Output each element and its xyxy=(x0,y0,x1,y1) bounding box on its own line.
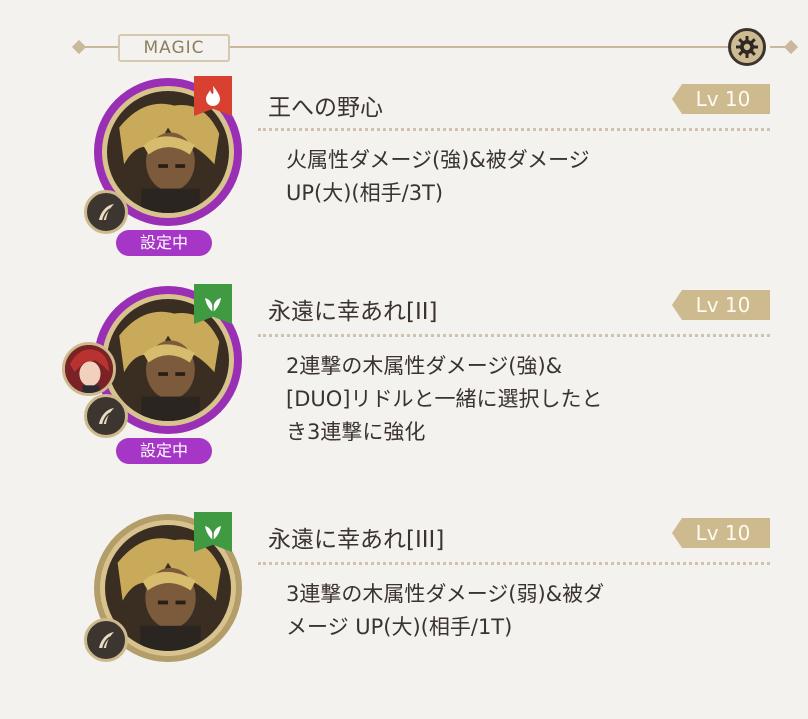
description-line: き3連撃に強化 xyxy=(286,420,426,444)
skill-name: 王への野心 xyxy=(268,95,383,121)
section-title: MAGIC xyxy=(118,34,230,62)
dotted-divider xyxy=(258,334,770,337)
header-ornament-right xyxy=(783,39,799,55)
skill-name: 永遠に幸あれ[III] xyxy=(268,527,445,553)
magic-category-badge xyxy=(84,190,128,234)
duo-partner-avatar xyxy=(62,342,116,396)
gear-icon xyxy=(736,36,758,58)
skill-level-badge: Lv 10 xyxy=(672,290,770,320)
description-line: メージ UP(大)(相手/1T) xyxy=(286,615,513,639)
magic-category-badge xyxy=(84,394,128,438)
fang-icon xyxy=(99,204,114,221)
description-line: 火属性ダメージ(強)&被ダメージ xyxy=(286,148,590,172)
skill-level: Lv 10 xyxy=(695,87,751,111)
fang-icon xyxy=(99,632,114,649)
equipped-badge: 設定中 xyxy=(116,438,212,464)
fang-icon xyxy=(99,408,114,425)
skill-description: 3連撃の木属性ダメージ(弱)&被ダ メージ UP(大)(相手/1T) xyxy=(286,578,706,644)
skill-level-badge: Lv 10 xyxy=(672,518,770,548)
leaf-icon xyxy=(205,298,221,312)
dotted-divider xyxy=(258,562,770,565)
fire-icon xyxy=(206,86,220,106)
skill-level: Lv 10 xyxy=(695,293,751,317)
skill-description: 2連撃の木属性ダメージ(強)& [DUO]リドルと一緒に選択したと き3連撃に強… xyxy=(286,350,706,449)
skill-level: Lv 10 xyxy=(695,521,751,545)
description-line: UP(大)(相手/3T) xyxy=(286,181,444,205)
skill-description: 火属性ダメージ(強)&被ダメージ UP(大)(相手/3T) xyxy=(286,144,706,210)
description-line: 3連撃の木属性ダメージ(弱)&被ダ xyxy=(286,582,605,606)
settings-button[interactable] xyxy=(728,28,766,66)
magic-category-badge xyxy=(84,618,128,662)
equipped-badge: 設定中 xyxy=(116,230,212,256)
description-line: 2連撃の木属性ダメージ(強)& xyxy=(286,354,563,378)
description-line: [DUO]リドルと一緒に選択したと xyxy=(286,387,603,411)
leaf-icon xyxy=(205,526,221,540)
skill-name: 永遠に幸あれ[II] xyxy=(268,299,438,325)
dotted-divider xyxy=(258,128,770,131)
skill-level-badge: Lv 10 xyxy=(672,84,770,114)
